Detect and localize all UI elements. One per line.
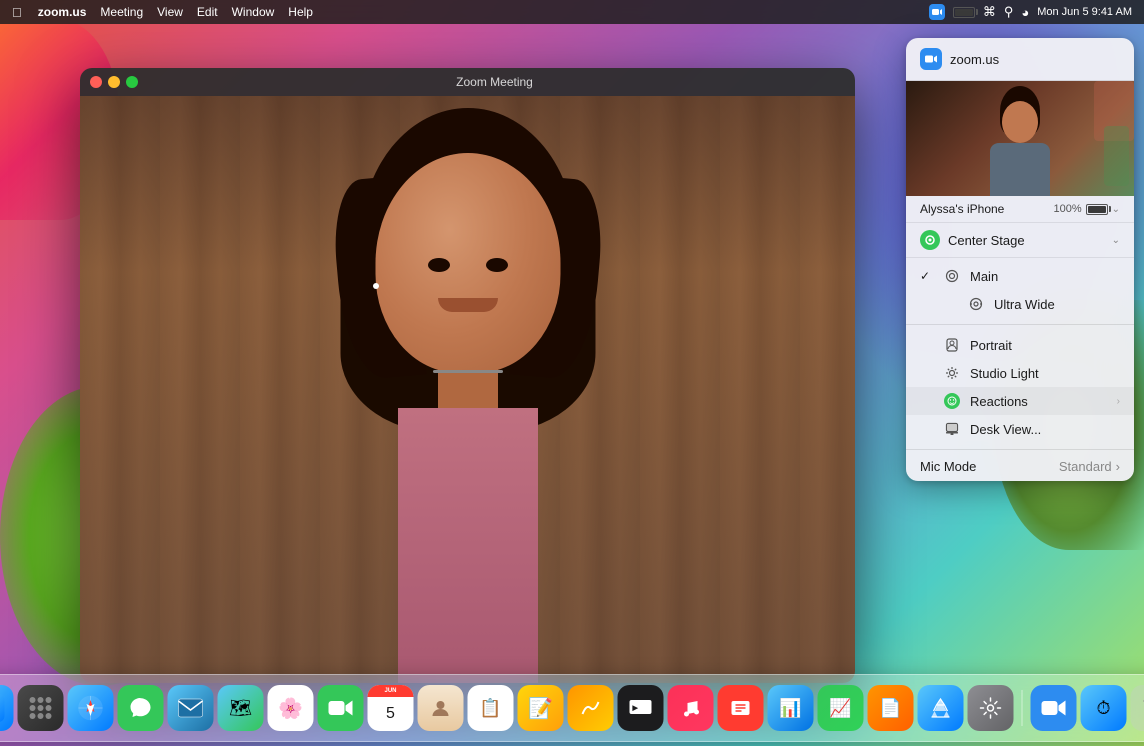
menubar-right: ⌘ ⚲ ◕ Mon Jun 5 9:41 AM xyxy=(929,4,1132,20)
clock: Mon Jun 5 9:41 AM xyxy=(1037,6,1132,18)
close-button[interactable] xyxy=(90,76,102,88)
battery-icon-small xyxy=(1086,204,1108,215)
portrait-label: Portrait xyxy=(970,338,1120,353)
thumbnail-person xyxy=(980,81,1060,196)
dock-safari[interactable] xyxy=(68,685,114,731)
center-stage-chevron-icon: ⌄ xyxy=(1112,235,1120,246)
search-icon[interactable]: ⚲ xyxy=(1004,4,1014,20)
dock-pages[interactable]: 📄 xyxy=(868,685,914,731)
dock-facetime[interactable] xyxy=(318,685,364,731)
studio-light-icon xyxy=(944,365,960,381)
thumbnail-video xyxy=(906,81,1134,196)
zoom-app-icon xyxy=(920,48,942,70)
dock-keynote[interactable]: 📊 xyxy=(768,685,814,731)
dock-messages[interactable] xyxy=(118,685,164,731)
menu-meeting[interactable]: Meeting xyxy=(100,5,143,19)
dock-contacts[interactable] xyxy=(418,685,464,731)
dock-zoom[interactable] xyxy=(1031,685,1077,731)
dock-photos[interactable]: 🌸 xyxy=(268,685,314,731)
reactions-icon xyxy=(944,393,960,409)
mic-mode-label: Mic Mode xyxy=(920,459,1051,474)
menu-app-name[interactable]: zoom.us xyxy=(38,5,87,19)
effects-section: Portrait xyxy=(906,327,1134,447)
zoom-status-icon[interactable] xyxy=(929,4,945,20)
divider-2 xyxy=(906,449,1134,450)
apple-logo-icon[interactable]:  xyxy=(12,5,22,20)
wifi-icon: ⌘ xyxy=(983,4,996,20)
mic-mode-current: Standard xyxy=(1059,459,1112,474)
dock-trash[interactable] xyxy=(1131,685,1144,731)
camera-ultrawide-label: Ultra Wide xyxy=(994,297,1120,312)
device-name: Alyssa's iPhone xyxy=(920,202,1004,216)
battery-icon xyxy=(953,7,975,18)
dock-reminders[interactable]: 📋 xyxy=(468,685,514,731)
zoom-meeting-window: Zoom Meeting xyxy=(80,68,855,683)
video-feed xyxy=(80,96,855,683)
dock-finder[interactable]: 😁 xyxy=(0,685,14,731)
center-stage-label: Center Stage xyxy=(948,233,1104,248)
device-chevron-icon: ⌄ xyxy=(1112,204,1120,215)
menu-edit[interactable]: Edit xyxy=(197,5,218,19)
zoom-titlebar: Zoom Meeting xyxy=(80,68,855,96)
mic-mode-chevron-icon: › xyxy=(1116,459,1120,474)
popup-app-name: zoom.us xyxy=(950,52,999,67)
dock-numbers[interactable]: 📈 xyxy=(818,685,864,731)
studio-light-item[interactable]: Studio Light xyxy=(906,359,1134,387)
menubar-left:  zoom.us Meeting View Edit Window Help xyxy=(12,5,313,20)
mic-mode-row[interactable]: Mic Mode Standard › xyxy=(906,452,1134,481)
desktop:  zoom.us Meeting View Edit Window Help … xyxy=(0,0,1144,746)
reactions-label: Reactions xyxy=(970,394,1107,409)
minimize-button[interactable] xyxy=(108,76,120,88)
camera-main-item[interactable]: ✓ Main xyxy=(906,262,1134,290)
dock-calendar[interactable]: JUN 5 xyxy=(368,685,414,731)
dock-appstore[interactable] xyxy=(918,685,964,731)
menu-help[interactable]: Help xyxy=(288,5,313,19)
center-stage-icon xyxy=(920,230,940,250)
dock-launchpad[interactable] xyxy=(18,685,64,731)
camera-main-icon xyxy=(944,268,960,284)
dock-mail[interactable] xyxy=(168,685,214,731)
checkmark-icon: ✓ xyxy=(920,269,934,283)
dock-freeform[interactable] xyxy=(568,685,614,731)
maximize-button[interactable] xyxy=(126,76,138,88)
dock-notes[interactable]: 📝 xyxy=(518,685,564,731)
camera-effects-dropdown: zoom.us Alyssa's iPhone 100% ⌄ xyxy=(906,38,1134,481)
divider-1 xyxy=(906,324,1134,325)
desk-view-item[interactable]: Desk View... xyxy=(906,415,1134,443)
studio-light-label: Studio Light xyxy=(970,366,1120,381)
camera-ultrawide-icon xyxy=(968,296,984,312)
calendar-date: 5 xyxy=(386,705,395,723)
menu-window[interactable]: Window xyxy=(232,5,275,19)
device-battery: 100% ⌄ xyxy=(1053,203,1120,215)
desk-view-label: Desk View... xyxy=(970,422,1120,437)
video-person xyxy=(188,98,748,683)
dock-music[interactable] xyxy=(668,685,714,731)
mic-mode-value: Standard › xyxy=(1059,459,1120,474)
reactions-item[interactable]: Reactions › xyxy=(906,387,1134,415)
dock-screentime[interactable]: ⏱ xyxy=(1081,685,1127,731)
svg-text:▶: ▶ xyxy=(632,705,639,712)
dock-news[interactable] xyxy=(718,685,764,731)
menu-view[interactable]: View xyxy=(157,5,183,19)
dock-maps[interactable]: 🗺 xyxy=(218,685,264,731)
menubar:  zoom.us Meeting View Edit Window Help … xyxy=(0,0,1144,24)
battery-percentage: 100% xyxy=(1053,203,1081,215)
portrait-icon xyxy=(944,337,960,353)
desk-view-icon xyxy=(944,421,960,437)
camera-ultrawide-item[interactable]: Ultra Wide xyxy=(906,290,1134,318)
dock-separator xyxy=(1022,690,1023,726)
dock: 😁 xyxy=(0,674,1144,742)
window-title: Zoom Meeting xyxy=(144,75,845,89)
dock-tv[interactable]: ▶ xyxy=(618,685,664,731)
control-center-icon[interactable]: ◕ xyxy=(1021,5,1029,20)
portrait-item[interactable]: Portrait xyxy=(906,331,1134,359)
dock-system-prefs[interactable] xyxy=(968,685,1014,731)
popup-header: zoom.us xyxy=(906,38,1134,81)
camera-options-section: ✓ Main xyxy=(906,258,1134,322)
reactions-chevron-icon: › xyxy=(1117,396,1120,407)
center-stage-row[interactable]: Center Stage ⌄ xyxy=(906,223,1134,258)
device-row[interactable]: Alyssa's iPhone 100% ⌄ xyxy=(906,196,1134,223)
camera-main-label: Main xyxy=(970,269,1120,284)
